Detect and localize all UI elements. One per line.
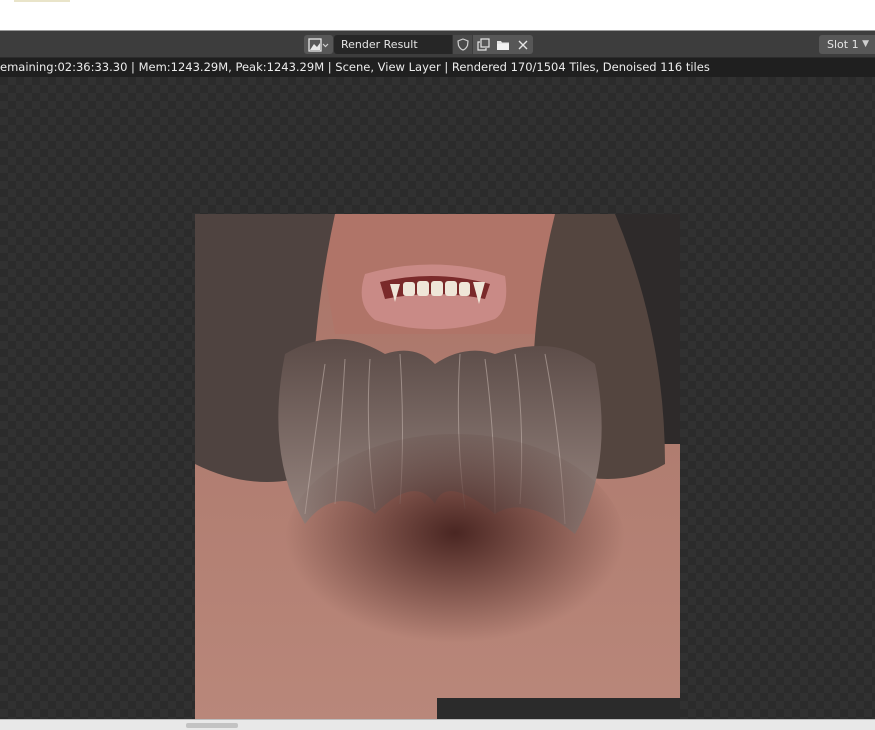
- neck-shadow: [285, 434, 625, 654]
- title-strip-accent: [14, 0, 70, 2]
- open-image-button[interactable]: [493, 35, 513, 54]
- scrollbar-thumb[interactable]: [186, 723, 238, 728]
- unrendered-tiles: [437, 698, 680, 719]
- bottom-status-strip: [0, 719, 875, 730]
- window-title-strip: [0, 0, 875, 31]
- fake-user-button[interactable]: [452, 35, 472, 54]
- unlink-image-button[interactable]: [513, 35, 533, 54]
- duplicate-icon: [476, 38, 490, 51]
- folder-icon: [497, 40, 509, 50]
- render-viewport[interactable]: [0, 77, 875, 719]
- image-editor-header: Render Result Slot 1 ▼: [0, 31, 875, 58]
- render-status-bar: emaining:02:36:33.30 | Mem:1243.29M, Pea…: [0, 58, 875, 77]
- image-browse-button[interactable]: [304, 35, 333, 54]
- slot-label: Slot 1: [827, 38, 859, 51]
- image-name-field[interactable]: Render Result: [334, 35, 452, 54]
- render-result-image: [195, 214, 680, 719]
- close-icon: [518, 40, 528, 49]
- shield-icon: [456, 38, 469, 51]
- chevron-down-icon: ▼: [862, 39, 869, 49]
- image-icon: [307, 37, 328, 52]
- new-image-button[interactable]: [473, 35, 493, 54]
- slot-selector[interactable]: Slot 1 ▼: [819, 35, 875, 54]
